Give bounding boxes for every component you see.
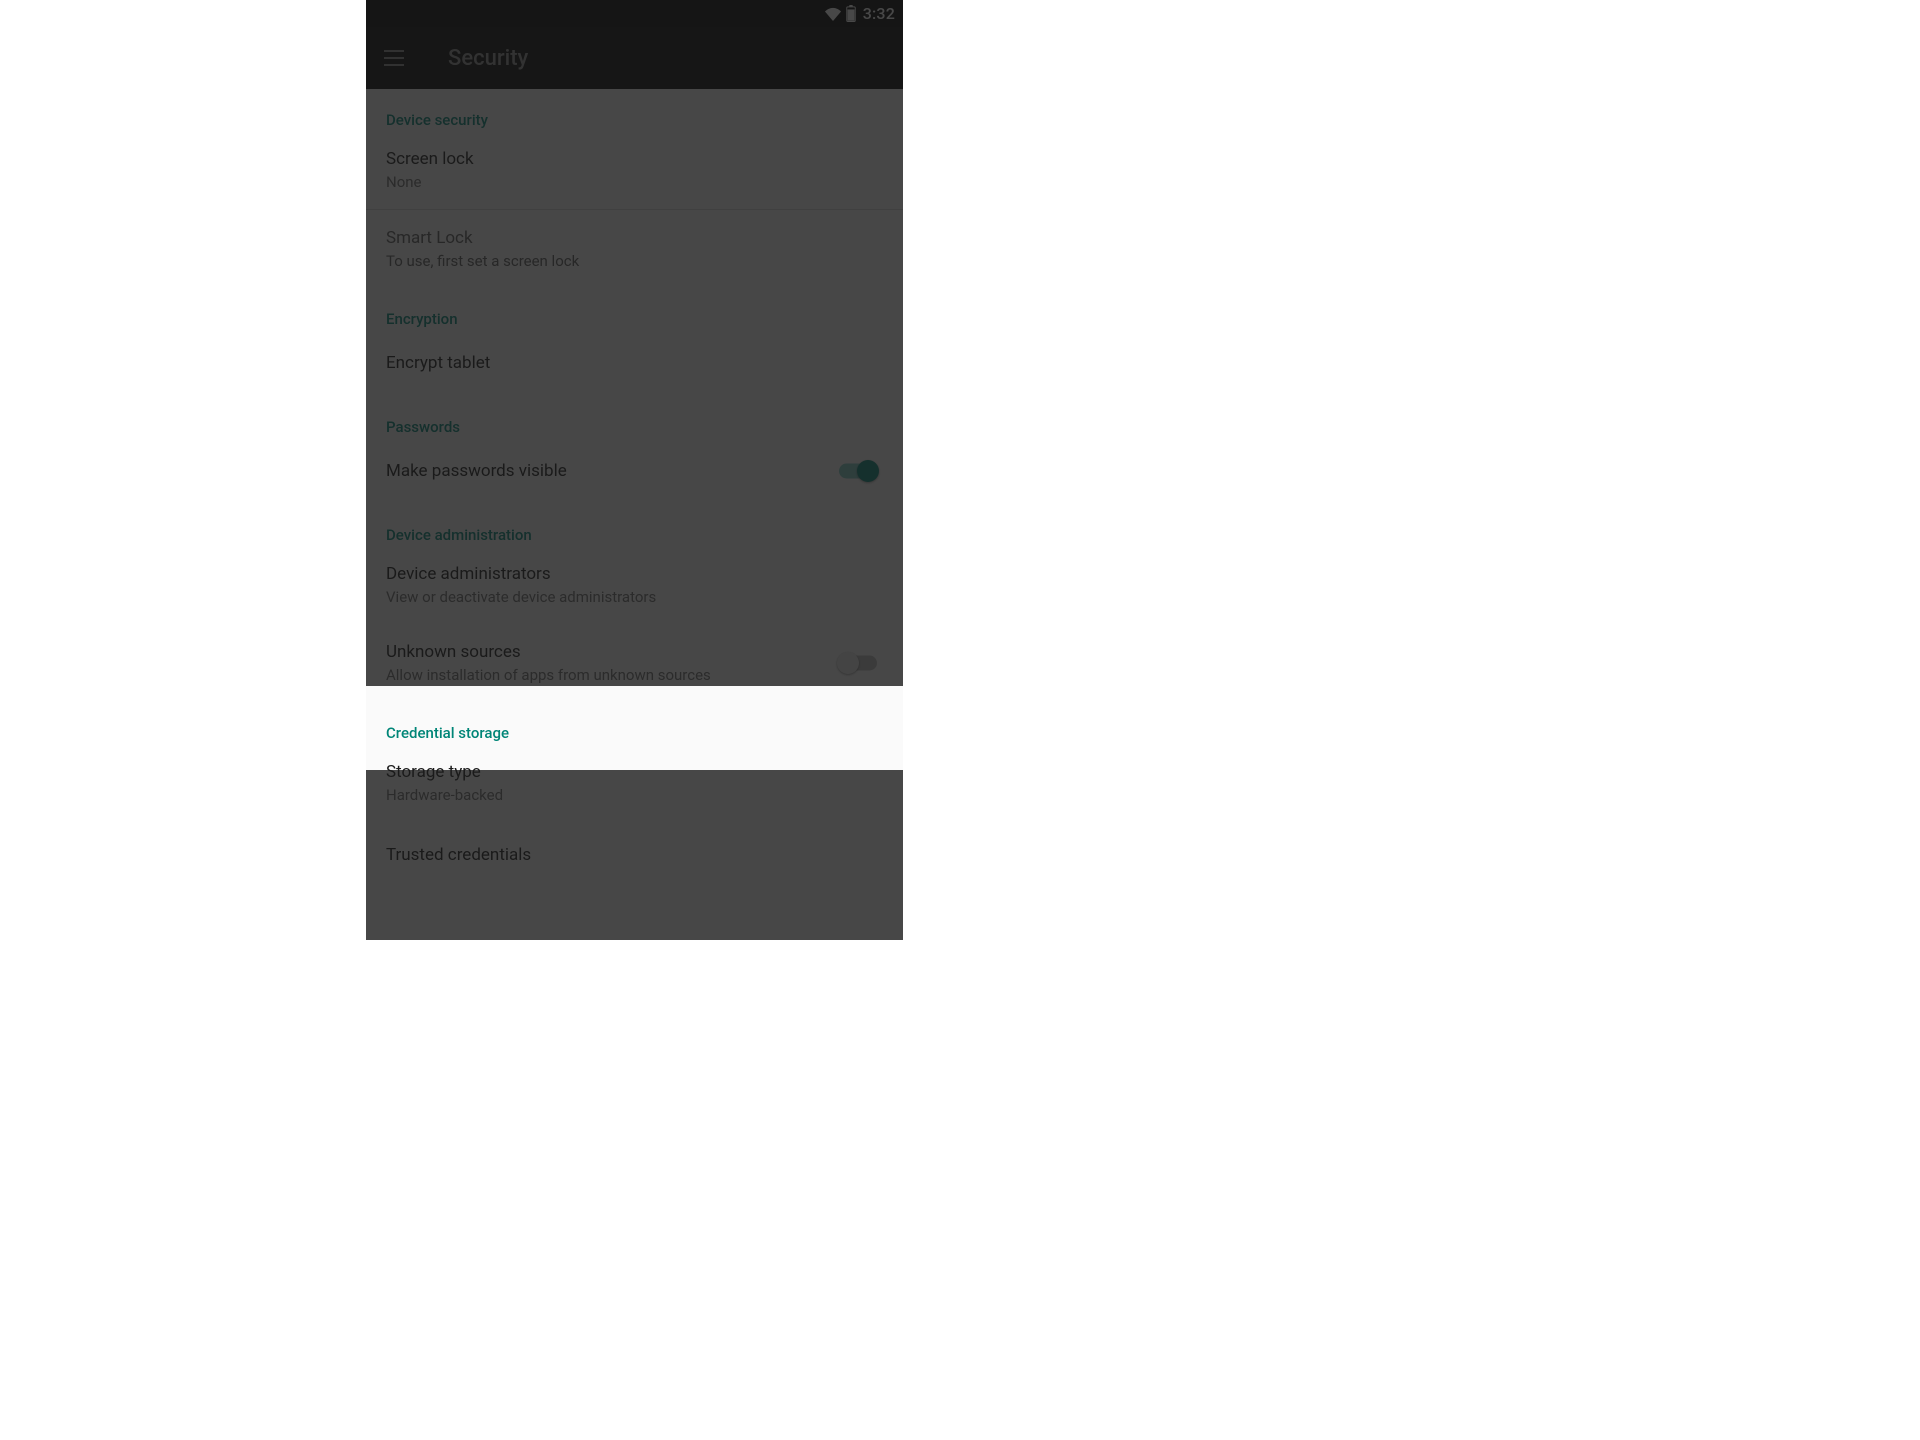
app-bar: Security	[366, 27, 903, 89]
row-subtitle: None	[386, 173, 883, 192]
section-device-security: Device security	[366, 89, 903, 131]
section-credential-storage: Credential storage	[366, 702, 903, 744]
row-device-administrators[interactable]: Device administrators View or deactivate…	[366, 546, 903, 624]
section-header-label: Device security	[386, 111, 488, 129]
row-title: Screen lock	[386, 148, 883, 170]
row-storage-type[interactable]: Storage type Hardware-backed	[366, 744, 903, 822]
row-encrypt-tablet[interactable]: Encrypt tablet	[366, 330, 903, 396]
row-trusted-credentials[interactable]: Trusted credentials	[366, 822, 903, 896]
row-unknown-sources[interactable]: Unknown sources Allow installation of ap…	[366, 624, 903, 702]
section-passwords: Passwords	[366, 396, 903, 438]
section-header-label: Device administration	[386, 526, 532, 544]
switch-unknown-sources[interactable]	[839, 652, 877, 674]
settings-list: Device security Screen lock None Smart L…	[366, 89, 903, 896]
switch-make-passwords-visible[interactable]	[839, 460, 877, 482]
wifi-icon	[824, 7, 842, 21]
row-title: Storage type	[386, 761, 883, 783]
row-screen-lock[interactable]: Screen lock None	[366, 131, 903, 209]
section-header-label: Encryption	[386, 310, 458, 328]
status-bar: 3:32	[366, 0, 903, 27]
section-header-label: Passwords	[386, 418, 460, 436]
row-title: Encrypt tablet	[386, 352, 883, 374]
row-title: Trusted credentials	[386, 844, 883, 866]
row-subtitle: View or deactivate device administrators	[386, 588, 883, 607]
battery-icon	[846, 5, 856, 22]
section-header-label: Credential storage	[386, 724, 509, 742]
row-subtitle: To use, first set a screen lock	[386, 252, 883, 271]
menu-icon[interactable]	[384, 46, 408, 70]
row-subtitle: Allow installation of apps from unknown …	[386, 666, 823, 685]
page-title: Security	[448, 46, 528, 71]
status-clock: 3:32	[863, 4, 895, 23]
row-smart-lock: Smart Lock To use, first set a screen lo…	[366, 210, 903, 288]
row-subtitle: Hardware-backed	[386, 786, 883, 805]
section-encryption: Encryption	[366, 288, 903, 330]
row-title: Make passwords visible	[386, 460, 823, 482]
device-frame: 3:32 Security Device security Screen loc…	[366, 0, 903, 940]
row-title: Device administrators	[386, 563, 883, 585]
row-make-passwords-visible[interactable]: Make passwords visible	[366, 438, 903, 504]
row-title: Unknown sources	[386, 641, 823, 663]
section-device-administration: Device administration	[366, 504, 903, 546]
row-title: Smart Lock	[386, 227, 883, 249]
